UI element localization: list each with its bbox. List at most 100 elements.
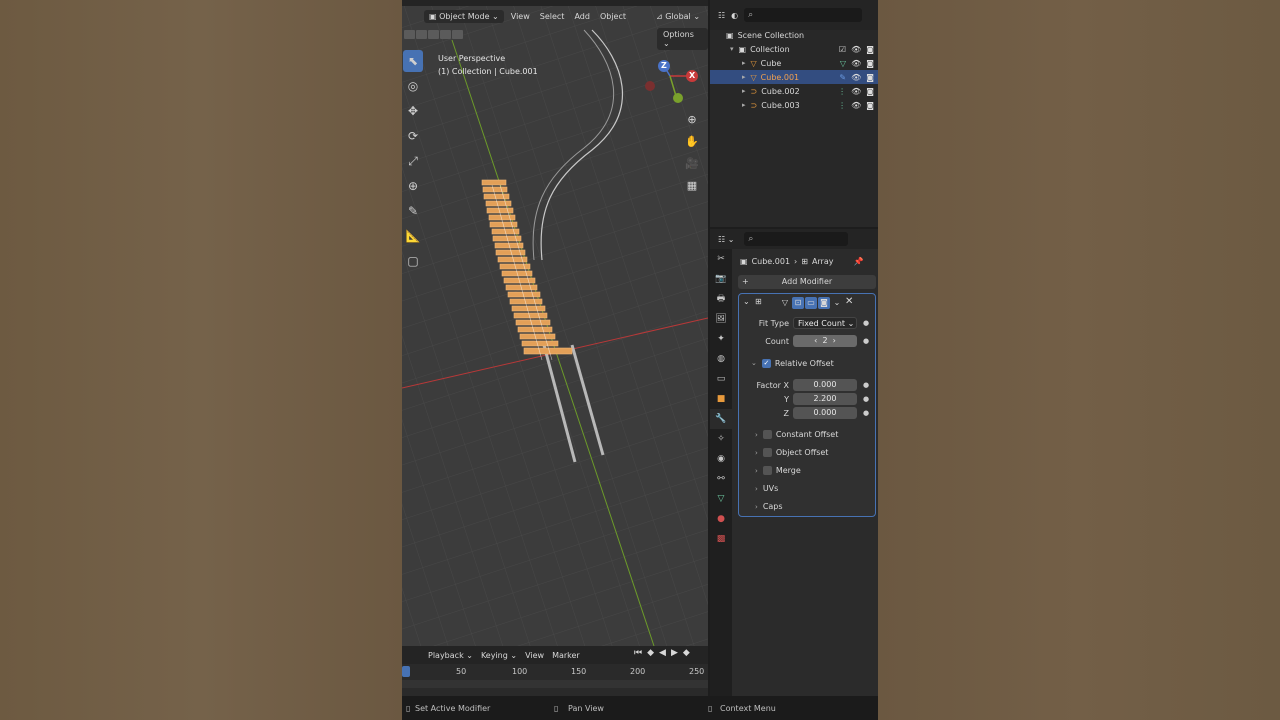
keyframe-dot-icon[interactable]: ● <box>863 319 869 327</box>
object-offset-checkbox[interactable] <box>762 448 772 457</box>
scene-tab-icon[interactable]: ✦ <box>710 329 732 349</box>
zoom-icon[interactable]: ⊕ <box>683 110 701 128</box>
merge-subpanel[interactable]: › Merge <box>755 466 801 475</box>
orientation-dropdown[interactable]: ⊿ Global ⌄ <box>653 12 703 21</box>
prev-key-icon[interactable]: ◆ <box>647 648 654 658</box>
tool-tab-icon[interactable]: ✂ <box>710 249 732 269</box>
caps-subpanel[interactable]: › Caps <box>755 502 783 511</box>
editor-type-icon[interactable]: ☷ ⌄ <box>718 235 734 244</box>
pan-hand-icon[interactable]: ✋ <box>683 132 701 150</box>
3d-viewport[interactable]: Z X ▣ Object Mode ⌄ View Select Add Obje… <box>402 0 708 646</box>
viewport-toggle-icon[interactable]: ▭ <box>805 297 817 309</box>
view-layer-tab-icon[interactable]: 🖼 <box>710 309 732 329</box>
menu-timeline-view[interactable]: View <box>525 651 544 660</box>
cursor-icon[interactable]: ◎ <box>402 75 424 97</box>
collection-tab-icon[interactable]: ▭ <box>710 369 732 389</box>
material-tab-icon[interactable]: ● <box>710 509 732 529</box>
outliner-row-cube-003[interactable]: ▸ ⊃ Cube.003 ⋮ 👁 ◙ <box>710 98 878 112</box>
mode-dropdown[interactable]: ▣ Object Mode ⌄ <box>424 9 504 23</box>
keyframe-dot-icon[interactable]: ● <box>863 381 869 389</box>
texture-tab-icon[interactable]: ▩ <box>710 529 732 549</box>
measure-icon[interactable]: 📐 <box>402 225 424 247</box>
uvs-subpanel[interactable]: › UVs <box>755 484 778 493</box>
camera-icon[interactable]: ◙ <box>866 87 874 96</box>
relative-offset-row[interactable]: ⌄ ✓ Relative Offset <box>751 356 878 370</box>
count-field[interactable]: ‹ 2 › <box>793 335 857 347</box>
play-icon[interactable]: ▶ <box>671 648 678 658</box>
physics-tab-icon[interactable]: ◉ <box>710 449 732 469</box>
menu-marker[interactable]: Marker <box>552 651 580 660</box>
current-frame-marker[interactable] <box>402 666 410 677</box>
display-mode-icon[interactable]: ◐ <box>731 11 738 20</box>
world-tab-icon[interactable]: ◍ <box>710 349 732 369</box>
outliner-search-input[interactable]: ⌕ <box>744 8 862 22</box>
factor-x-field[interactable]: 0.000 <box>793 379 857 391</box>
add-cube-icon[interactable]: ▢ <box>402 250 424 272</box>
menu-add[interactable]: Add <box>571 12 593 21</box>
camera-icon[interactable]: ◙ <box>866 59 874 68</box>
menu-object[interactable]: Object <box>597 12 629 21</box>
selection-mode-buttons[interactable] <box>404 30 463 39</box>
menu-select[interactable]: Select <box>537 12 568 21</box>
next-key-icon[interactable]: ◆ <box>683 648 690 658</box>
move-icon[interactable]: ✥ <box>402 100 424 122</box>
constant-offset-subpanel[interactable]: › Constant Offset <box>755 430 838 439</box>
scale-icon[interactable]: ⤢ <box>402 150 424 172</box>
eye-icon[interactable]: 👁 <box>851 87 861 96</box>
camera-icon[interactable]: ◙ <box>866 73 874 82</box>
editor-type-icon[interactable]: ☷ <box>718 11 725 20</box>
transform-icon[interactable]: ⊕ <box>402 175 424 197</box>
output-tab-icon[interactable]: 🖶 <box>710 289 732 309</box>
render-tab-icon[interactable]: 📷 <box>710 269 732 289</box>
edit-mode-toggle-icon[interactable]: ▽ <box>779 297 791 309</box>
merge-checkbox[interactable] <box>762 466 772 475</box>
render-toggle-icon[interactable]: ◙ <box>818 297 830 309</box>
dropdown-chevron-icon[interactable]: ⌄ <box>831 297 843 309</box>
fit-type-dropdown[interactable]: Fixed Count ⌄ <box>793 317 857 329</box>
timeline[interactable]: Playback ⌄ Keying ⌄ View Marker ⏮ ◆ ◀ ▶ … <box>402 646 708 696</box>
keyframe-dot-icon[interactable]: ● <box>863 395 869 403</box>
properties-search-input[interactable]: ⌕ <box>744 232 848 246</box>
outliner-row-collection[interactable]: ▾ ▣ Collection ☑ 👁 ◙ <box>710 42 878 56</box>
object-offset-subpanel[interactable]: › Object Offset <box>755 448 828 457</box>
object-tab-icon[interactable]: ■ <box>710 389 732 409</box>
menu-keying[interactable]: Keying ⌄ <box>481 651 517 660</box>
pin-icon[interactable]: 📌 <box>853 257 863 266</box>
outliner-row-cube-002[interactable]: ▸ ⊃ Cube.002 ⋮ 👁 ◙ <box>710 84 878 98</box>
eye-icon[interactable]: 👁 <box>851 59 861 68</box>
camera-icon[interactable]: ◙ <box>866 101 874 110</box>
camera-icon[interactable]: 🎥 <box>683 154 701 172</box>
options-button[interactable]: Options ⌄ <box>657 28 708 50</box>
constant-offset-checkbox[interactable] <box>762 430 772 439</box>
eye-icon[interactable]: 👁 <box>851 45 861 54</box>
modifier-tab-icon[interactable]: 🔧 <box>710 409 732 429</box>
annotate-icon[interactable]: ✎ <box>402 200 424 222</box>
add-modifier-button[interactable]: + Add Modifier <box>738 275 876 289</box>
factor-z-field[interactable]: 0.000 <box>793 407 857 419</box>
play-reverse-icon[interactable]: ◀ <box>659 648 666 658</box>
rotate-icon[interactable]: ⟳ <box>402 125 424 147</box>
relative-offset-checkbox[interactable]: ✓ <box>761 358 771 368</box>
eye-icon[interactable]: 👁 <box>851 73 861 82</box>
outliner-row-cube-001[interactable]: ▸ ▽ Cube.001 ✎ 👁 ◙ <box>710 70 878 84</box>
data-tab-icon[interactable]: ▽ <box>710 489 732 509</box>
particles-tab-icon[interactable]: ✧ <box>710 429 732 449</box>
outliner-row-cube[interactable]: ▸ ▽ Cube ▽ 👁 ◙ <box>710 56 878 70</box>
camera-icon[interactable]: ◙ <box>866 45 874 54</box>
menu-view[interactable]: View <box>508 12 533 21</box>
jump-start-icon[interactable]: ⏮ <box>634 648 642 658</box>
keyframe-dot-icon[interactable]: ● <box>863 337 869 345</box>
cage-toggle-icon[interactable]: ⊡ <box>792 297 804 309</box>
keyframe-dot-icon[interactable]: ● <box>863 409 869 417</box>
close-icon[interactable]: ✕ <box>845 296 853 307</box>
collapse-chevron-icon[interactable]: ⌄ <box>743 297 750 306</box>
eye-icon[interactable]: 👁 <box>851 101 861 110</box>
factor-y-field[interactable]: 2.200 <box>793 393 857 405</box>
grid-view-icon[interactable]: ▦ <box>683 176 701 194</box>
outliner-row-scene-collection[interactable]: ▣ Scene Collection <box>710 28 878 42</box>
menu-playback[interactable]: Playback ⌄ <box>428 651 473 660</box>
select-box-icon[interactable]: ⬉ <box>403 50 423 72</box>
checkbox-icon[interactable]: ☑ <box>839 45 846 54</box>
constraints-tab-icon[interactable]: ⚯ <box>710 469 732 489</box>
timeline-track[interactable] <box>402 680 708 688</box>
